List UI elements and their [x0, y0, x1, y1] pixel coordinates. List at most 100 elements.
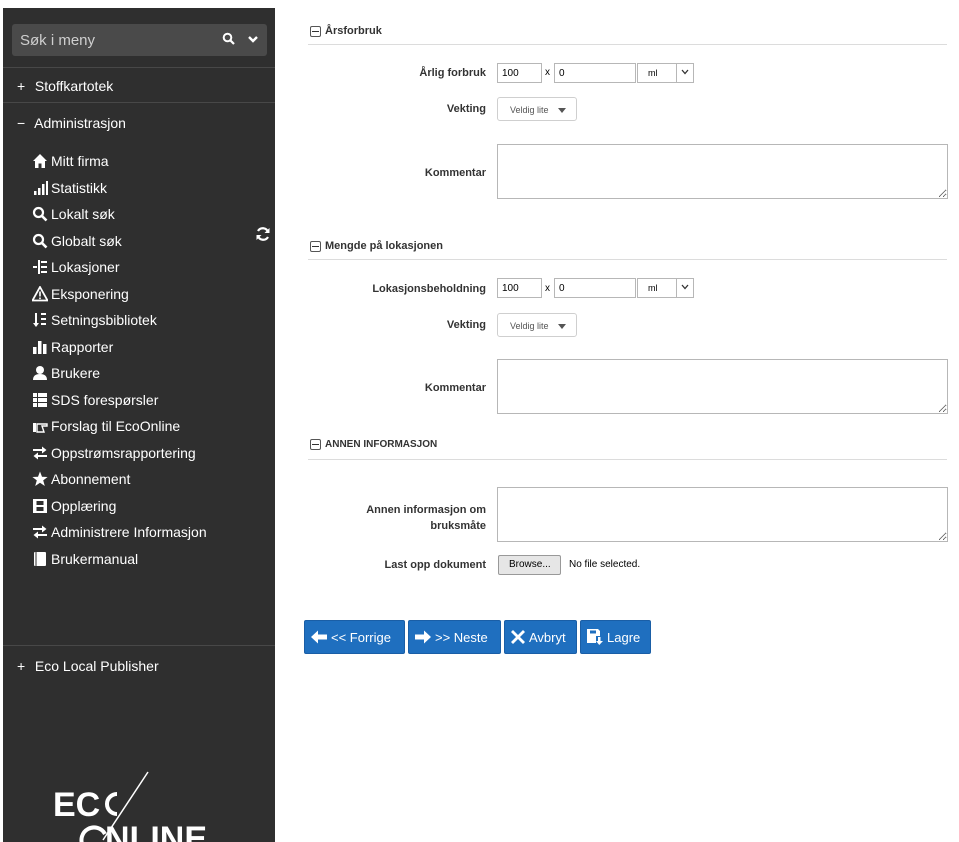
sidebar-item-brukermanual[interactable]: Brukermanual: [31, 546, 207, 573]
comment-textarea[interactable]: [497, 144, 948, 199]
tree-icon: [31, 259, 49, 275]
hand-pointer-icon: [31, 418, 49, 434]
sidebar-item-label: Brukermanual: [51, 550, 139, 567]
chevron-down-icon[interactable]: [246, 32, 262, 48]
weighting-label: Vekting: [446, 103, 486, 115]
sidebar-item-label: Rapporter: [51, 338, 114, 355]
next-button[interactable]: >> Neste: [408, 620, 501, 654]
location-unit-select[interactable]: ml: [637, 278, 694, 298]
section-label: Administrasjon: [34, 115, 126, 131]
section-label: Stoffkartotek: [34, 78, 114, 94]
list-icon: [31, 392, 49, 408]
signal-bars-icon: [31, 180, 49, 196]
book-icon: [31, 551, 49, 567]
button-label: Lagre: [607, 629, 641, 645]
arrow-right-icon: [415, 630, 431, 644]
menu-search-input[interactable]: [12, 24, 210, 56]
refresh-icon[interactable]: [255, 226, 271, 242]
section-arsforbruk-header[interactable]: Årsforbruk: [310, 25, 382, 37]
sidebar-item-administrere-informasjon[interactable]: Administrere Informasjon: [31, 519, 207, 546]
cancel-button[interactable]: Avbryt: [504, 620, 577, 654]
location-factor-input[interactable]: [554, 278, 636, 298]
annual-unit-select[interactable]: ml: [637, 63, 694, 83]
chevron-down-icon: [676, 64, 693, 82]
button-label: Avbryt: [529, 629, 566, 645]
section-mengde-header[interactable]: Mengde på lokasjonen: [310, 240, 443, 252]
arrow-left-icon: [311, 630, 327, 644]
sidebar-item-label: Statistikk: [51, 179, 108, 196]
previous-button[interactable]: << Forrige: [304, 620, 405, 654]
annual-amount-input[interactable]: [497, 63, 542, 83]
section-administrasjon[interactable]: − Administrasjon: [17, 115, 126, 131]
sidebar-item-forslag[interactable]: Forslag til EcoOnline: [31, 413, 207, 440]
sidebar-item-eksponering[interactable]: Eksponering: [31, 281, 207, 308]
econline-logo: EC NLINE: [53, 771, 207, 842]
sidebar-item-statistikk[interactable]: Statistikk: [31, 175, 207, 202]
close-icon: [511, 630, 525, 644]
annual-factor-input[interactable]: [554, 63, 636, 83]
usage-info-textarea[interactable]: [497, 487, 948, 542]
sidebar-item-mitt-firma[interactable]: Mitt firma: [31, 148, 207, 175]
weighting-dropdown[interactable]: Veldig lite: [497, 313, 577, 337]
comment-textarea[interactable]: [497, 359, 948, 414]
comment-label: Kommentar: [424, 167, 486, 179]
sidebar-item-setningsbibliotek[interactable]: Setningsbibliotek: [31, 307, 207, 334]
sidebar-item-label: Forslag til EcoOnline: [51, 418, 181, 435]
exchange-icon: [31, 524, 49, 540]
collapse-icon[interactable]: [310, 240, 321, 252]
button-label: << Forrige: [331, 629, 391, 645]
sidebar-item-brukere[interactable]: Brukere: [31, 360, 207, 387]
usage-label-line: bruksmåte: [430, 520, 486, 532]
section-stoffkartotek[interactable]: + Stoffkartotek: [17, 78, 113, 94]
sidebar-item-opplaering[interactable]: Opplæring: [31, 493, 207, 520]
sidebar-item-lokasjoner[interactable]: Lokasjoner: [31, 254, 207, 281]
sidebar-item-abonnement[interactable]: Abonnement: [31, 466, 207, 493]
sidebar-item-label: Abonnement: [51, 471, 131, 488]
divider: [308, 259, 947, 260]
collapse-icon[interactable]: [310, 439, 321, 450]
comment-label: Kommentar: [424, 382, 486, 394]
admin-menu: Mitt firma Statistikk Lokalt søk Globalt…: [31, 148, 207, 572]
caret-down-icon: [558, 108, 566, 113]
browse-button[interactable]: Browse...: [498, 555, 561, 575]
multiply-sign: x: [545, 67, 550, 78]
sidebar-item-label: Setningsbibliotek: [51, 312, 157, 329]
divider: [3, 67, 275, 68]
menu-search-box: [12, 24, 267, 56]
weighting-dropdown[interactable]: Veldig lite: [497, 97, 577, 121]
section-title: ANNEN INFORMASJON: [325, 439, 438, 450]
save-button[interactable]: Lagre: [580, 620, 651, 654]
multiply-sign: x: [545, 283, 550, 294]
expand-sign: +: [17, 78, 26, 94]
star-icon: [31, 471, 49, 487]
section-eco-local-publisher[interactable]: + Eco Local Publisher: [17, 658, 159, 674]
sidebar-item-lokalt-sok[interactable]: Lokalt søk: [31, 201, 207, 228]
sidebar-item-sds-foresporsler[interactable]: SDS forespørsler: [31, 387, 207, 414]
chevron-down-icon: [676, 279, 693, 297]
unit-value: ml: [648, 68, 658, 78]
button-label: >> Neste: [435, 629, 488, 645]
section-annen-informasjon-header[interactable]: ANNEN INFORMASJON: [310, 439, 437, 450]
sidebar-item-globalt-sok[interactable]: Globalt søk: [31, 228, 207, 255]
collapse-sign: −: [17, 115, 26, 131]
weighting-value: Veldig lite: [510, 321, 549, 331]
annual-usage-label: Årlig forbruk: [419, 67, 486, 79]
divider: [308, 44, 947, 45]
sidebar-item-label: Globalt søk: [51, 232, 122, 249]
usage-info-label: Annen informasjon om bruksmåte: [330, 502, 486, 534]
sidebar-item-rapporter[interactable]: Rapporter: [31, 334, 207, 361]
exchange-icon: [31, 445, 49, 461]
sidebar-item-oppstromsrapportering[interactable]: Oppstrømsrapportering: [31, 440, 207, 467]
svg-text:NLINE: NLINE: [105, 820, 207, 842]
divider: [3, 645, 275, 646]
svg-text:EC: EC: [53, 786, 100, 824]
caret-down-icon: [558, 324, 566, 329]
divider: [308, 459, 947, 460]
bar-chart-icon: [31, 339, 49, 355]
location-amount-input[interactable]: [497, 278, 542, 298]
location-stock-label: Lokasjonsbeholdning: [372, 283, 486, 295]
unit-value: ml: [648, 283, 658, 293]
upload-label: Last opp dokument: [384, 559, 486, 571]
search-icon[interactable]: [222, 32, 238, 48]
collapse-icon[interactable]: [310, 25, 321, 37]
